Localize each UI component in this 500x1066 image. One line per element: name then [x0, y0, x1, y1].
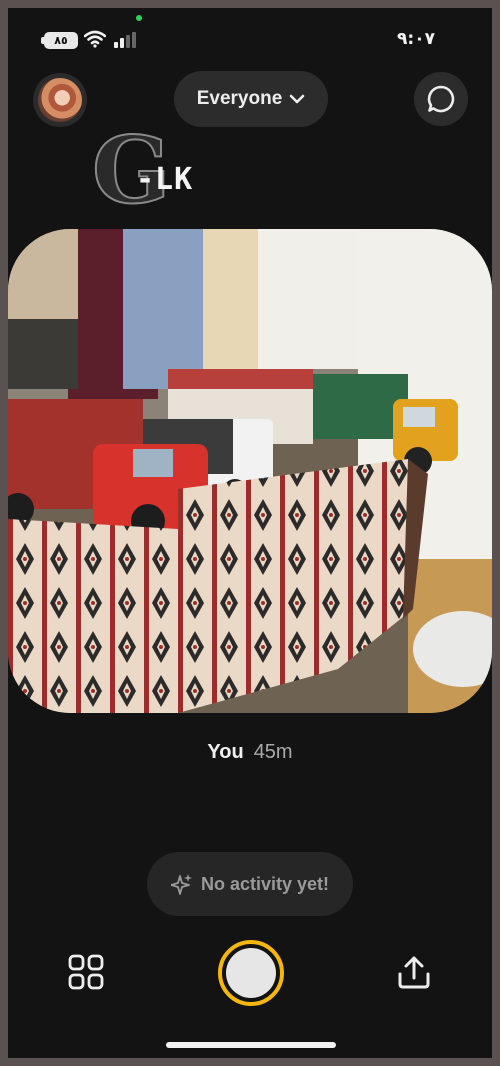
grid-icon[interactable] [68, 954, 104, 990]
chat-bubble-icon [427, 85, 455, 113]
watermark: G -LK [91, 119, 202, 230]
post-author: You [207, 741, 244, 763]
home-indicator[interactable] [166, 1042, 336, 1048]
watermark-text: -LK [136, 162, 194, 197]
post-age: 45m [253, 741, 293, 763]
activity-label: No activity yet! [200, 873, 330, 894]
app-screen: ٨٥ ٩:٠٧ Everyone G -LK You 45m No activi… [8, 8, 492, 1058]
sparkle-icon [170, 874, 192, 895]
activity-button[interactable]: No activity yet! [147, 852, 353, 916]
status-time: ٩:٠٧ [397, 29, 435, 49]
camera-indicator [136, 15, 142, 21]
audience-selector[interactable]: Everyone [174, 71, 328, 127]
battery-level: ٨٥ [44, 32, 78, 49]
post-caption: You 45m [8, 741, 492, 764]
post-photo[interactable] [8, 229, 492, 713]
chat-button[interactable] [414, 72, 468, 126]
share-icon[interactable] [396, 954, 432, 990]
shutter-button[interactable] [218, 940, 284, 1006]
profile-avatar[interactable] [33, 73, 87, 127]
photo-image [8, 229, 492, 713]
wifi-icon [84, 30, 106, 48]
audience-label: Everyone [196, 88, 283, 109]
chevron-down-icon [289, 94, 305, 104]
cellular-signal-icon [114, 32, 136, 48]
